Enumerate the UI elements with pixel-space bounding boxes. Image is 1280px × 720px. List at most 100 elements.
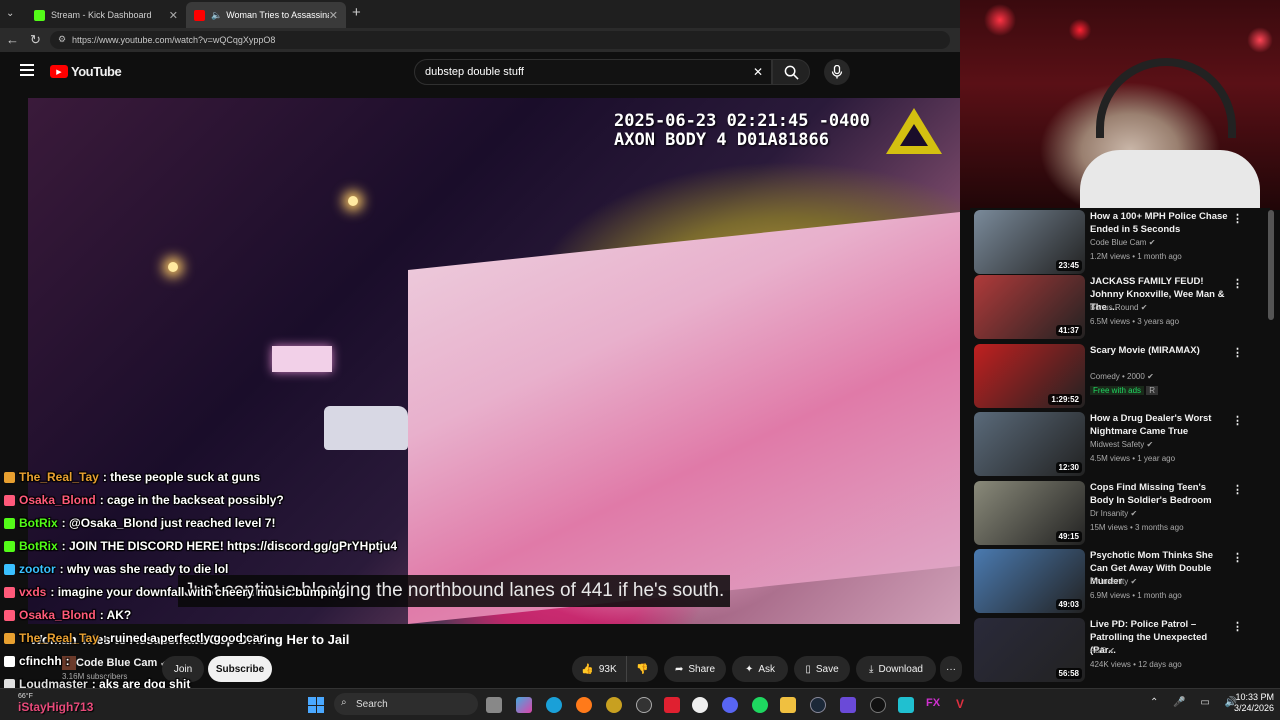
site-info-icon[interactable]: ⚙ <box>58 34 66 45</box>
app-v-icon[interactable]: V <box>956 697 972 713</box>
recommended-video[interactable]: 1:29:52 Scary Movie (MIRAMAX) Comedy • 200… <box>970 344 1270 408</box>
recommended-channel[interactable]: Code Blue Cam ✔ <box>1090 238 1155 247</box>
close-tab-icon[interactable]: ✕ <box>329 9 338 22</box>
video-thumbnail[interactable]: 56:58 <box>974 618 1085 682</box>
fx-icon[interactable]: FX <box>926 697 942 713</box>
recommendations-sidebar: 23:45 How a 100+ MPH Police Chase Ended i… <box>970 208 1270 686</box>
subscribe-button[interactable]: Subscribe <box>208 656 272 682</box>
taskbar-search[interactable]: ⌕ Search <box>334 693 478 715</box>
recommended-title[interactable]: Cops Find Missing Teen's Body In Soldier… <box>1090 481 1228 507</box>
verified-icon: ✔ <box>1130 577 1138 586</box>
app-dark-icon[interactable] <box>870 697 886 713</box>
file-explorer-icon[interactable] <box>780 697 796 713</box>
chat-username: cfinchh <box>19 654 62 668</box>
download-button[interactable]: ⤓ Download <box>856 656 936 682</box>
share-button[interactable]: ➦ Share <box>664 656 726 682</box>
video-thumbnail[interactable]: 23:45 <box>974 210 1085 274</box>
app-cyan-icon[interactable] <box>898 697 914 713</box>
chat-text: : cage in the backseat possibly? <box>99 493 284 507</box>
video-thumbnail[interactable]: 41:37 <box>974 275 1085 339</box>
more-options-icon[interactable]: ⋮ <box>1232 620 1243 633</box>
search-button[interactable] <box>772 59 810 85</box>
recommended-channel[interactable]: A&E ✔ <box>1090 646 1115 655</box>
tab-youtube-video[interactable]: 🔈 Woman Tries to Assassinate C ✕ <box>186 2 346 28</box>
video-thumbnail[interactable]: 49:15 <box>974 481 1085 545</box>
save-button[interactable]: ▯ Save <box>794 656 850 682</box>
chat-text: : imagine your downfall with cheery musi… <box>50 585 346 599</box>
dislike-button[interactable]: 👎 <box>626 656 658 682</box>
spotify-icon[interactable] <box>752 697 768 713</box>
url-field[interactable]: ⚙ https://www.youtube.com/watch?v=wQCqgX… <box>50 31 950 49</box>
thumbs-up-icon: 👍 <box>581 663 594 675</box>
like-button[interactable]: 👍 93K <box>572 656 626 682</box>
recommended-video[interactable]: 12:30 How a Drug Dealer's Worst Nightmare… <box>970 412 1270 476</box>
recommended-channel[interactable]: Midwest Safety ✔ <box>1090 440 1153 449</box>
discord-icon[interactable] <box>722 697 738 713</box>
tab-list-dropdown-icon[interactable]: ⌄ <box>6 8 14 19</box>
chat-badge-icon <box>4 563 15 575</box>
recommended-video[interactable]: 49:15 Cops Find Missing Teen's Body In So… <box>970 481 1270 545</box>
video-thumbnail[interactable]: 12:30 <box>974 412 1085 476</box>
recommended-video[interactable]: 41:37 JACKASS FAMILY FEUD! Johnny Knoxvil… <box>970 275 1270 339</box>
edge-icon[interactable] <box>546 697 562 713</box>
recommended-title[interactable]: Scary Movie (MIRAMAX) <box>1090 344 1228 357</box>
clear-search-icon[interactable]: ✕ <box>753 65 763 79</box>
recommended-title[interactable]: How a Drug Dealer's Worst Nightmare Came… <box>1090 412 1228 438</box>
more-options-icon[interactable]: ⋮ <box>1232 551 1243 564</box>
like-count: 93K <box>598 663 617 675</box>
refresh-icon[interactable]: ↻ <box>30 32 41 48</box>
task-view-icon[interactable] <box>486 697 502 713</box>
more-actions-button[interactable]: ··· <box>940 656 962 682</box>
share-label: Share <box>688 663 716 675</box>
voice-search-button[interactable] <box>824 59 850 85</box>
back-icon[interactable]: ← <box>6 32 19 47</box>
hamburger-menu-icon[interactable] <box>20 64 34 76</box>
windows-start-icon[interactable] <box>308 697 324 713</box>
close-tab-icon[interactable]: ✕ <box>169 9 178 22</box>
app-red-icon[interactable] <box>664 697 680 713</box>
ask-button[interactable]: ✦ Ask <box>732 656 788 682</box>
video-thumbnail[interactable]: 49:03 <box>974 549 1085 613</box>
app-purple-icon[interactable] <box>840 697 856 713</box>
sidebar-scrollbar[interactable] <box>1268 210 1274 320</box>
recommended-channel[interactable]: Bonus Round ✔ <box>1090 303 1147 312</box>
save-label: Save <box>815 663 839 675</box>
more-options-icon[interactable]: ⋮ <box>1232 414 1243 427</box>
tab-kick-dashboard[interactable]: Stream - Kick Dashboard ✕ <box>26 2 186 28</box>
chat-message: BotRix: JOIN THE DISCORD HERE! https://d… <box>4 539 397 553</box>
search-icon: ⌕ <box>341 697 347 708</box>
more-options-icon[interactable]: ⋮ <box>1232 346 1243 359</box>
steam-icon[interactable] <box>810 697 826 713</box>
recommended-meta-text: 1.2M views • 1 month ago <box>1090 252 1182 261</box>
recommended-channel[interactable]: Comedy • 2000 ✔ <box>1090 372 1154 381</box>
copilot-icon[interactable] <box>516 697 532 713</box>
more-options-icon[interactable]: ⋮ <box>1232 212 1243 225</box>
channel-name[interactable]: Code Blue Cam ✔ <box>76 657 167 669</box>
video-frame-billboard <box>272 346 332 372</box>
recommended-video[interactable]: 49:03 Psychotic Mom Thinks She Can Get Aw… <box>970 549 1270 613</box>
itunes-icon[interactable] <box>692 697 708 713</box>
search-input[interactable]: dubstep double stuff ✕ <box>414 59 772 85</box>
more-options-icon[interactable]: ⋮ <box>1232 483 1243 496</box>
recommended-channel[interactable]: Dr Insanity ✔ <box>1090 509 1137 518</box>
axon-logo-icon <box>886 108 942 154</box>
video-thumbnail[interactable]: 1:29:52 <box>974 344 1085 408</box>
recommended-video[interactable]: 23:45 How a 100+ MPH Police Chase Ended i… <box>970 210 1270 274</box>
recommended-channel-text: Code Blue Cam <box>1090 238 1147 247</box>
obs-icon[interactable] <box>636 697 652 713</box>
taskbar-clock[interactable]: 10:33 PM 3/24/2026 <box>1224 692 1274 714</box>
weather-widget[interactable]: 66°F <box>18 693 33 700</box>
speaker-icon[interactable]: 🔈 <box>211 10 222 21</box>
recommended-title[interactable]: How a 100+ MPH Police Chase Ended in 5 S… <box>1090 210 1228 236</box>
recommended-channel[interactable]: Dr Insanity ✔ <box>1090 577 1137 586</box>
recommended-channel-text: Dr Insanity <box>1090 509 1129 518</box>
video-duration: 12:30 <box>1055 462 1082 473</box>
more-options-icon[interactable]: ⋮ <box>1232 277 1243 290</box>
chat-badge-icon <box>4 471 15 483</box>
recommended-video[interactable]: 56:58 Live PD: Police Patrol – Patrolling… <box>970 618 1270 682</box>
firefox-icon[interactable] <box>576 697 592 713</box>
youtube-logo[interactable]: ▶ YouTube <box>50 64 122 79</box>
chrome-icon[interactable] <box>606 697 622 713</box>
new-tab-button[interactable]: + <box>352 4 361 21</box>
youtube-icon <box>194 9 205 21</box>
